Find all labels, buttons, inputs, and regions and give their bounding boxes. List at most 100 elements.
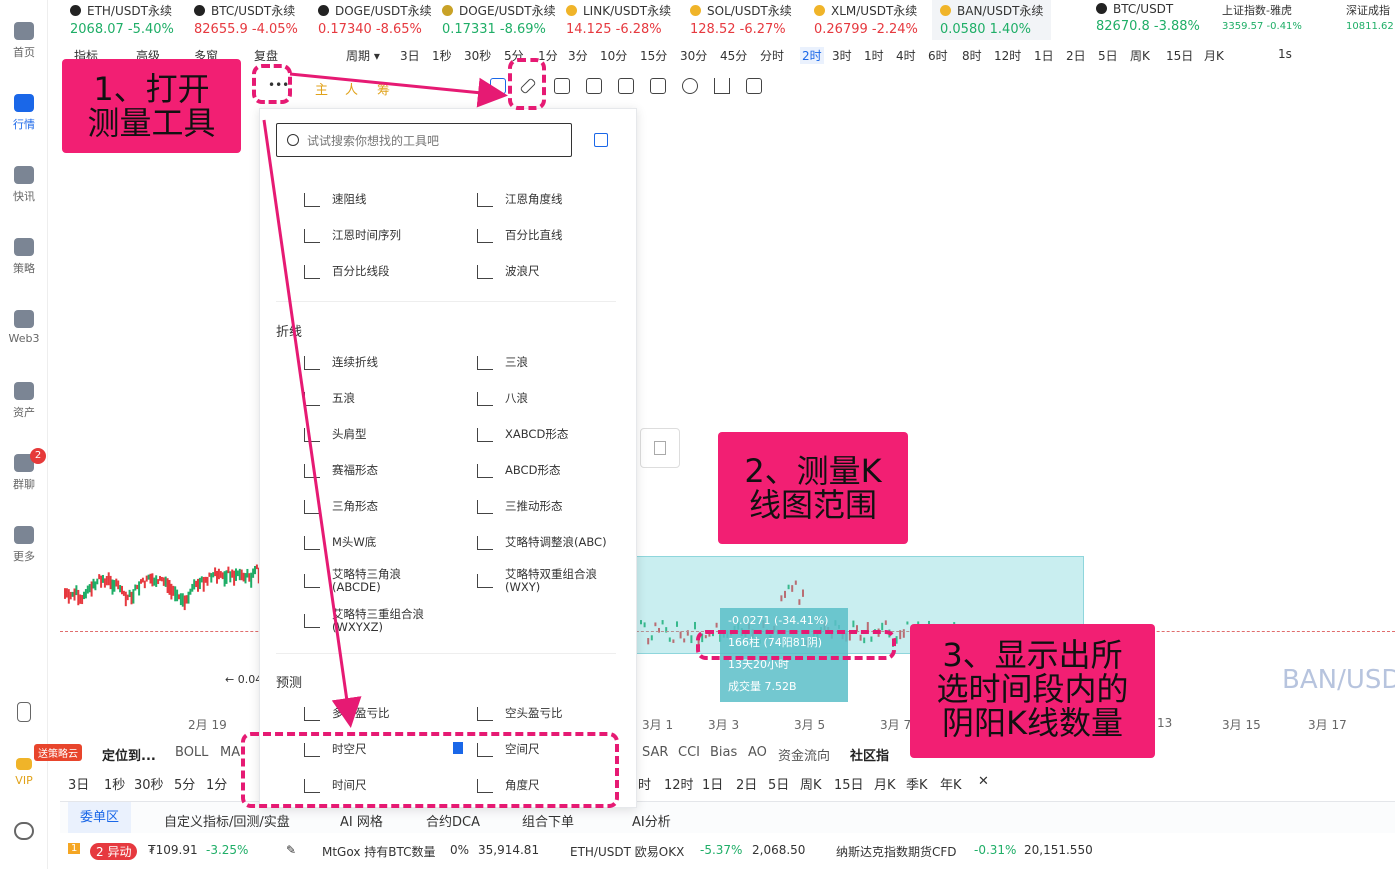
tool-search-box[interactable] xyxy=(276,123,572,157)
mobile-icon[interactable] xyxy=(0,702,48,726)
period-1d[interactable]: 1日 xyxy=(1034,47,1054,64)
ticker-item[interactable]: DOGE/USDT永续 0.17331 -8.69% xyxy=(442,2,556,37)
period-3d[interactable]: 3日 xyxy=(400,47,420,64)
tool-head-shoulders[interactable]: 头肩型 xyxy=(304,428,367,442)
period-15m[interactable]: 15分 xyxy=(640,47,667,64)
tool-polyline[interactable]: 连续折线 xyxy=(304,356,378,370)
tool-percent-line[interactable]: 百分比直线 xyxy=(477,229,563,243)
tool-short-position[interactable]: 空头盈亏比 xyxy=(477,707,563,721)
ticker-item[interactable]: BTC/USDT永续 82655.9 -4.05% xyxy=(194,2,298,37)
tool-gann-angle[interactable]: 江恩角度线 xyxy=(477,193,563,207)
sidebar-item-vip[interactable]: VIP xyxy=(0,758,48,787)
period2-1d[interactable]: 1日 xyxy=(702,774,723,793)
sidebar-item-strategy[interactable]: 策略 xyxy=(0,238,48,276)
ticker-item[interactable]: 上证指数-雅虎 3359.57 -0.41% xyxy=(1222,2,1302,32)
period2-1s[interactable]: 1秒 xyxy=(104,774,125,793)
tool-elliott-abcde[interactable]: 艾略特三角浪(ABCDE) xyxy=(304,568,442,594)
settings-button[interactable] xyxy=(0,822,48,844)
period2-week[interactable]: 周K xyxy=(800,774,822,793)
period2-year[interactable]: 年K xyxy=(940,774,962,793)
refresh-interval[interactable]: 1s xyxy=(1278,47,1292,61)
locate-button[interactable]: 定位到... xyxy=(102,745,156,764)
period-3m[interactable]: 3分 xyxy=(568,47,588,64)
ticker-item[interactable]: DOGE/USDT永续 0.17340 -8.65% xyxy=(318,2,432,37)
period-1s[interactable]: 1秒 xyxy=(432,47,452,64)
tool-long-position[interactable]: 多头盈亏比 xyxy=(304,707,390,721)
period-4h[interactable]: 4时 xyxy=(896,47,916,64)
period-15d[interactable]: 15日 xyxy=(1166,47,1193,64)
sidebar-item-more[interactable]: 更多 xyxy=(0,526,48,564)
period-45m[interactable]: 45分 xyxy=(720,47,747,64)
bars-icon[interactable] xyxy=(586,78,602,94)
tool-three-wave[interactable]: 三浪 xyxy=(477,356,528,370)
sidebar-item-home[interactable]: 首页 xyxy=(0,22,48,60)
tool-xabcd[interactable]: XABCD形态 xyxy=(477,428,568,442)
indicator-bias[interactable]: Bias xyxy=(710,745,737,760)
period2-5d[interactable]: 5日 xyxy=(768,774,789,793)
tool-percent-segment[interactable]: 百分比线段 xyxy=(304,265,390,279)
floating-delete-button[interactable] xyxy=(640,428,680,468)
ticker-item[interactable]: XLM/USDT永续 0.26799 -2.24% xyxy=(814,2,918,37)
tool-search-input[interactable] xyxy=(307,131,557,151)
tool-elliott-abc[interactable]: 艾略特调整浪(ABC) xyxy=(477,536,607,550)
anomaly-pill[interactable]: 2 异动 xyxy=(90,843,138,860)
period-30s[interactable]: 30秒 xyxy=(464,47,491,64)
replay-button[interactable]: 复盘 xyxy=(254,47,278,64)
copy-icon[interactable] xyxy=(490,78,506,94)
period2-15d[interactable]: 15日 xyxy=(834,774,864,793)
tab-contract-dca[interactable]: 合约DCA xyxy=(426,811,480,830)
ticker-item-selected[interactable]: BAN/USDT永续 0.0580 1.40% xyxy=(932,0,1052,40)
close-periods-button[interactable]: ✕ xyxy=(978,774,989,789)
period2-quarter[interactable]: 季K xyxy=(906,774,928,793)
period-12h[interactable]: 12时 xyxy=(994,47,1021,64)
sidebar-item-chat[interactable]: 群聊 2 xyxy=(0,448,48,492)
indicator-sar[interactable]: SAR xyxy=(642,745,668,760)
community-indicator[interactable]: 社区指 xyxy=(850,745,889,764)
period-5d[interactable]: 5日 xyxy=(1098,47,1118,64)
period2-month[interactable]: 月K xyxy=(874,774,896,793)
tab-combo-order[interactable]: 组合下单 xyxy=(522,811,574,830)
period2-1m[interactable]: 1分 xyxy=(206,774,227,793)
period-30m[interactable]: 30分 xyxy=(680,47,707,64)
period-month[interactable]: 月K xyxy=(1204,47,1224,64)
tool-triangle[interactable]: 三角形态 xyxy=(304,500,378,514)
indicator-cci[interactable]: CCI xyxy=(678,745,700,760)
period2-3d[interactable]: 3日 xyxy=(68,774,89,793)
ticker-item[interactable]: ETH/USDT永续 2068.07 -5.40% xyxy=(70,2,174,37)
tool-wave-ruler[interactable]: 波浪尺 xyxy=(477,265,540,279)
tool-abcd[interactable]: ABCD形态 xyxy=(477,464,560,478)
tool-chip-label[interactable]: 筹 xyxy=(377,79,390,98)
period-timeline[interactable]: 分时 xyxy=(760,47,784,64)
tool-three-drives[interactable]: 三推动形态 xyxy=(477,500,563,514)
news-item-mtgox[interactable]: MtGox 持有BTC数量 xyxy=(322,843,436,860)
period-3h[interactable]: 3时 xyxy=(832,47,852,64)
indicator-fund-flow[interactable]: 资金流向 xyxy=(778,745,830,764)
period-1h[interactable]: 1时 xyxy=(864,47,884,64)
period-week[interactable]: 周K xyxy=(1130,47,1150,64)
tab-custom-indicators[interactable]: 自定义指标/回测/实盘 xyxy=(164,811,290,830)
sidebar-item-market[interactable]: 行情 xyxy=(0,94,48,132)
tool-elliott-wxyxz[interactable]: 艾略特三重组合浪(WXYXZ) xyxy=(304,608,442,634)
tool-person-label[interactable]: 人 xyxy=(345,79,358,98)
pen-icon[interactable] xyxy=(554,78,570,94)
ticker-item[interactable]: BTC/USDT 82670.8 -3.88% xyxy=(1096,2,1200,34)
period-6h[interactable]: 6时 xyxy=(928,47,948,64)
indicator-ma[interactable]: MA xyxy=(220,745,240,760)
period2-30s[interactable]: 30秒 xyxy=(134,774,164,793)
filter-icon[interactable] xyxy=(714,78,730,94)
tool-five-wave[interactable]: 五浪 xyxy=(304,392,355,406)
tab-ai-grid[interactable]: AI 网格 xyxy=(340,811,383,830)
tool-gann-time[interactable]: 江恩时间序列 xyxy=(304,229,401,243)
copy-icon[interactable] xyxy=(594,133,608,147)
sidebar-item-news[interactable]: 快讯 xyxy=(0,166,48,204)
tool-cypher[interactable]: 赛福形态 xyxy=(304,464,378,478)
trash-icon[interactable] xyxy=(746,78,762,94)
ticker-item[interactable]: LINK/USDT永续 14.125 -6.28% xyxy=(566,2,671,37)
sidebar-item-web3[interactable]: Web3 xyxy=(0,310,48,345)
edit-icon[interactable] xyxy=(650,78,666,94)
news-item-nasdaq[interactable]: 纳斯达克指数期货CFD xyxy=(836,843,957,860)
period2-hour[interactable]: 时 xyxy=(638,774,651,793)
period2-12h[interactable]: 12时 xyxy=(664,774,694,793)
tool-speed-resistance[interactable]: 速阻线 xyxy=(304,193,367,207)
period2-2d[interactable]: 2日 xyxy=(736,774,757,793)
